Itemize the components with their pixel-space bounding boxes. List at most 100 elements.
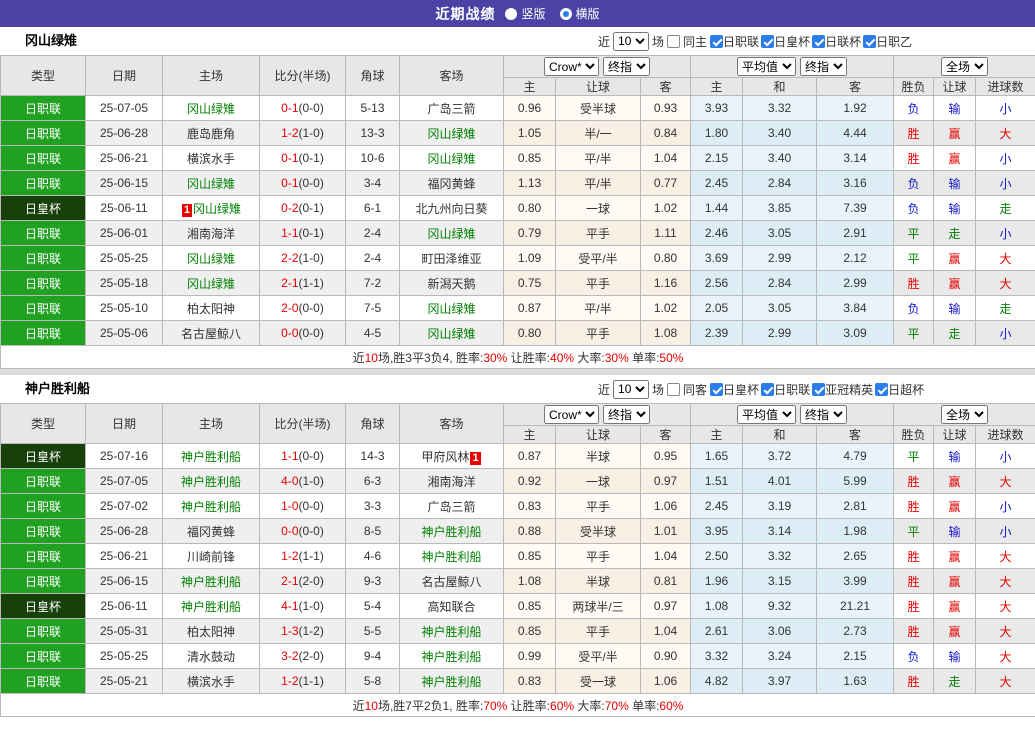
league-filter-group: 日皇杯日职联亚冠精英日超杯	[710, 381, 926, 398]
odds-home: 0.92	[504, 469, 556, 494]
corners: 5-5	[346, 619, 400, 644]
match-count-select[interactable]: 10	[613, 380, 649, 399]
odds-time-select[interactable]: 终指	[603, 405, 650, 424]
result-handicap: 赢	[934, 569, 976, 594]
match-date: 25-05-06	[86, 321, 163, 346]
score: 1-3(1-2)	[260, 619, 346, 644]
odds-handicap: 一球	[556, 469, 641, 494]
away-team: 町田泽维亚	[400, 246, 504, 271]
same-venue-checkbox[interactable]	[667, 383, 680, 396]
league-checkbox[interactable]	[761, 35, 774, 48]
odds-away: 1.04	[641, 544, 691, 569]
avg-away-odds: 1.98	[817, 519, 894, 544]
odds-handicap: 平手	[556, 321, 641, 346]
league-checkbox[interactable]	[710, 383, 723, 396]
radio-vertical-label: 竖版	[521, 5, 545, 22]
score: 1-1(0-0)	[260, 444, 346, 469]
avg-draw-odds: 3.15	[743, 569, 817, 594]
col-hcp-result: 让球	[934, 78, 976, 96]
league-checkbox[interactable]	[761, 383, 774, 396]
league-checkbox[interactable]	[812, 383, 825, 396]
competition-type: 日职联	[1, 519, 86, 544]
odds-away: 1.16	[641, 271, 691, 296]
team-section-1: 冈山绿雉 近 10 场 同主 日职联日皇杯日联杯日职乙 类型 日期 主场 比分(…	[0, 27, 1035, 369]
radio-vertical-icon[interactable]	[505, 8, 517, 20]
results-table: 类型 日期 主场 比分(半场) 角球 客场 Crow*终指 平均值终指 全场 主…	[0, 55, 1035, 369]
col-odds-handicap: 让球	[556, 78, 641, 96]
col-goals: 进球数	[976, 426, 1035, 444]
avg-away-odds: 3.09	[817, 321, 894, 346]
avg-draw-odds: 3.19	[743, 494, 817, 519]
corners: 6-1	[346, 196, 400, 221]
avg-home-odds: 2.45	[691, 494, 743, 519]
avg-draw-odds: 3.32	[743, 96, 817, 121]
avg-time-select[interactable]: 终指	[800, 57, 847, 76]
match-date: 25-06-01	[86, 221, 163, 246]
result-goals: 走	[976, 196, 1035, 221]
result-outcome: 平	[894, 321, 934, 346]
scope-select[interactable]: 全场	[941, 57, 988, 76]
avg-away-odds: 7.39	[817, 196, 894, 221]
avg-time-select[interactable]: 终指	[800, 405, 847, 424]
result-outcome: 平	[894, 221, 934, 246]
odds-handicap: 受平/半	[556, 246, 641, 271]
odds-home: 0.99	[504, 644, 556, 669]
avg-home-odds: 4.82	[691, 669, 743, 694]
home-team: 冈山绿雉	[163, 246, 260, 271]
average-select[interactable]: 平均值	[737, 57, 796, 76]
bookmaker-select[interactable]: Crow*	[544, 57, 599, 76]
odds-home: 1.13	[504, 171, 556, 196]
result-goals: 大	[976, 644, 1035, 669]
league-checkbox[interactable]	[710, 35, 723, 48]
avg-draw-odds: 3.40	[743, 146, 817, 171]
result-goals: 大	[976, 469, 1035, 494]
home-team: 横滨水手	[163, 669, 260, 694]
result-handicap: 输	[934, 519, 976, 544]
league-checkbox[interactable]	[812, 35, 825, 48]
match-row: 日职联25-05-21横滨水手1-2(1-1)5-8神户胜利船0.83受一球1.…	[1, 669, 1035, 694]
competition-type: 日职联	[1, 469, 86, 494]
away-team: 冈山绿雉	[400, 296, 504, 321]
league-label: 亚冠精英	[825, 383, 873, 397]
match-date: 25-07-05	[86, 96, 163, 121]
match-row: 日职联25-06-28福冈黄蜂0-0(0-0)8-5神户胜利船0.88受半球1.…	[1, 519, 1035, 544]
league-label: 日皇杯	[774, 35, 810, 49]
avg-away-odds: 4.44	[817, 121, 894, 146]
radio-option-vertical[interactable]: 竖版	[505, 5, 545, 22]
odds-group-header: Crow*终指	[504, 56, 691, 78]
odds-handicap: 半/一	[556, 121, 641, 146]
league-checkbox[interactable]	[863, 35, 876, 48]
odds-handicap: 一球	[556, 196, 641, 221]
col-result: 胜负	[894, 426, 934, 444]
bookmaker-select[interactable]: Crow*	[544, 405, 599, 424]
score: 1-2(1-1)	[260, 669, 346, 694]
odds-time-select[interactable]: 终指	[603, 57, 650, 76]
scope-select[interactable]: 全场	[941, 405, 988, 424]
league-checkbox[interactable]	[875, 383, 888, 396]
corners: 5-4	[346, 594, 400, 619]
odds-away: 0.95	[641, 444, 691, 469]
radio-horizontal-icon[interactable]	[560, 8, 572, 20]
match-date: 25-06-21	[86, 146, 163, 171]
result-outcome: 负	[894, 644, 934, 669]
filter-row: 冈山绿雉 近 10 场 同主 日职联日皇杯日联杯日职乙	[0, 27, 1035, 55]
avg-away-odds: 1.92	[817, 96, 894, 121]
col-avg-home: 主	[691, 426, 743, 444]
filter-row: 神户胜利船 近 10 场 同客 日皇杯日职联亚冠精英日超杯	[0, 375, 1035, 403]
avg-away-odds: 2.15	[817, 644, 894, 669]
match-count-select[interactable]: 10	[613, 32, 649, 51]
avg-home-odds: 2.61	[691, 619, 743, 644]
odds-home: 0.85	[504, 594, 556, 619]
avg-away-odds: 21.21	[817, 594, 894, 619]
match-date: 25-06-15	[86, 569, 163, 594]
result-goals: 小	[976, 96, 1035, 121]
match-date: 25-06-28	[86, 519, 163, 544]
result-handicap: 赢	[934, 146, 976, 171]
average-select[interactable]: 平均值	[737, 405, 796, 424]
odds-away: 0.97	[641, 594, 691, 619]
same-venue-checkbox[interactable]	[667, 35, 680, 48]
col-hcp-result: 让球	[934, 426, 976, 444]
odds-away: 0.80	[641, 246, 691, 271]
radio-option-horizontal[interactable]: 横版	[560, 5, 600, 22]
competition-type: 日皇杯	[1, 196, 86, 221]
